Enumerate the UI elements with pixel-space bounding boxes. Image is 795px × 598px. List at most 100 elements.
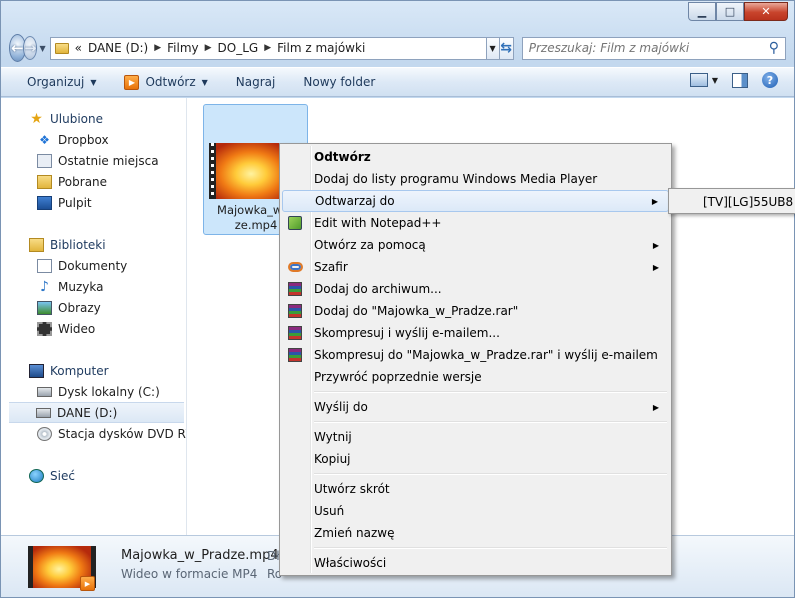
menu-item-label: Otwórz za pomocą <box>314 238 426 252</box>
chevron-right-icon[interactable]: ▶ <box>154 43 161 53</box>
help-icon[interactable]: ? <box>762 72 778 88</box>
sidebar-item-label: Stacja dysków DVD RW ( <box>58 426 186 441</box>
sidebar-item-dropbox[interactable]: ❖ Dropbox <box>1 129 186 150</box>
breadcrumb-item[interactable]: Filmy <box>167 41 199 55</box>
menu-item-label: Odtwórz <box>314 150 371 164</box>
menu-item-send-to[interactable]: Wyślij do ▶ <box>282 396 669 418</box>
menu-item-label: [TV][LG]55UB820V <box>703 195 793 209</box>
sidebar-item-libraries[interactable]: Biblioteki <box>1 234 186 255</box>
music-icon: ♪ <box>40 278 49 295</box>
sidebar-item-downloads[interactable]: Pobrane <box>1 171 186 192</box>
details-file-type: Wideo w formacie MP4 <box>121 567 258 581</box>
menu-item-properties[interactable]: Właściwości <box>282 552 669 574</box>
details-property-label: Dł <box>267 549 280 563</box>
play-button[interactable]: ▶ Odtwórz ▼ <box>112 72 219 93</box>
navigation-bar: ← → ▼ « DANE (D:) ▶ Filmy ▶ DO_LG ▶ Film… <box>9 33 786 63</box>
sidebar-item-documents[interactable]: Dokumenty <box>1 255 186 276</box>
sidebar-item-label: Pulpit <box>58 195 92 210</box>
toolbar-right-group: ▼ ? <box>689 72 778 88</box>
menu-item-rename[interactable]: Zmień nazwę <box>282 522 669 544</box>
breadcrumb-item[interactable]: DANE (D:) <box>88 41 148 55</box>
recent-pages-dropdown[interactable]: ▼ <box>39 44 45 53</box>
breadcrumb-item[interactable]: Film z majówki <box>277 41 365 55</box>
sidebar-item-drive-c[interactable]: Dysk lokalny (C:) <box>1 381 186 402</box>
menu-item-label: Edit with Notepad++ <box>314 216 442 230</box>
search-box[interactable]: ⚲ <box>521 36 786 60</box>
notepadpp-icon <box>287 215 303 231</box>
media-player-icon: ▶ <box>80 576 95 591</box>
chevron-right-icon: ▶ <box>652 402 659 412</box>
chevron-down-icon: ▼ <box>90 77 97 87</box>
new-folder-label: Nowy folder <box>303 75 376 89</box>
address-bar[interactable]: « DANE (D:) ▶ Filmy ▶ DO_LG ▶ Film z maj… <box>49 36 487 60</box>
sidebar-item-favorites[interactable]: ★ Ulubione <box>1 108 186 129</box>
chevron-down-icon[interactable]: ▼ <box>712 76 718 85</box>
change-view-icon[interactable] <box>689 73 708 87</box>
menu-item-copy[interactable]: Kopiuj <box>282 448 669 470</box>
recent-places-icon <box>37 153 52 168</box>
sidebar-item-label: Dysk lokalny (C:) <box>58 384 160 399</box>
menu-item-compress-rar-email[interactable]: Skompresuj do "Majowka_w_Pradze.rar" i w… <box>282 344 669 366</box>
sidebar-item-desktop[interactable]: Pulpit <box>1 192 186 213</box>
menu-item-add-to-archive[interactable]: Dodaj do archiwum... <box>282 278 669 300</box>
hard-drive-icon <box>37 386 52 397</box>
menu-item-label: Odtwarzaj do <box>315 194 395 208</box>
sidebar-item-computer[interactable]: Komputer <box>1 360 186 381</box>
breadcrumb-item[interactable]: DO_LG <box>218 41 259 55</box>
menu-item-open-with[interactable]: Otwórz za pomocą ▶ <box>282 234 669 256</box>
chevron-right-icon: ▶ <box>652 262 659 272</box>
menu-item-add-to-rar[interactable]: Dodaj do "Majowka_w_Pradze.rar" <box>282 300 669 322</box>
menu-item-szafir[interactable]: Szafir ▶ <box>282 256 669 278</box>
chevron-right-icon[interactable]: ▶ <box>205 43 212 53</box>
preview-pane-icon[interactable] <box>732 72 748 88</box>
refresh-icon: ⇆ <box>500 40 513 56</box>
video-thumbnail: ▶ <box>28 546 96 591</box>
sidebar-item-recent-places[interactable]: Ostatnie miejsca <box>1 150 186 171</box>
menu-item-create-shortcut[interactable]: Utwórz skrót <box>282 478 669 500</box>
maximize-icon[interactable]: □ <box>716 2 744 21</box>
menu-item-edit-notepadpp[interactable]: Edit with Notepad++ <box>282 212 669 234</box>
sidebar-item-dvd-drive[interactable]: Stacja dysków DVD RW ( <box>1 423 186 444</box>
address-history-dropdown[interactable]: ▼ <box>486 36 500 60</box>
desktop-icon <box>37 195 52 210</box>
sidebar-item-label: Pobrane <box>58 174 108 189</box>
sidebar-item-label: Obrazy <box>58 300 101 315</box>
chevron-right-icon[interactable]: ▶ <box>264 43 271 53</box>
context-menu: Odtwórz Dodaj do listy programu Windows … <box>279 143 672 576</box>
menu-item-play[interactable]: Odtwórz <box>282 146 669 168</box>
menu-item-device-lg-tv[interactable]: [TV][LG]55UB820V <box>671 191 793 213</box>
menu-item-compress-email[interactable]: Skompresuj i wyślij e-mailem... <box>282 322 669 344</box>
organize-button[interactable]: Organizuj ▼ <box>15 72 108 92</box>
menu-item-add-to-wmp[interactable]: Dodaj do listy programu Windows Media Pl… <box>282 168 669 190</box>
chevron-down-icon[interactable]: ▼ <box>202 78 208 87</box>
forward-button[interactable]: → <box>22 36 38 60</box>
sidebar-item-music[interactable]: ♪ Muzyka <box>1 276 186 297</box>
dvd-drive-icon <box>37 426 52 441</box>
menu-item-cut[interactable]: Wytnij <box>282 426 669 448</box>
details-file-name: Majowka_w_Pradze.mp4 <box>121 548 279 563</box>
search-icon[interactable]: ⚲ <box>769 40 779 56</box>
organize-label: Organizuj <box>27 75 85 89</box>
sidebar-item-videos[interactable]: Wideo <box>1 318 186 339</box>
breadcrumb-prefix[interactable]: « <box>75 41 82 55</box>
menu-item-restore-versions[interactable]: Przywróć poprzednie wersje <box>282 366 669 388</box>
sidebar-item-pictures[interactable]: Obrazy <box>1 297 186 318</box>
sidebar-item-label: Sieć <box>50 468 75 483</box>
sidebar-item-label: Komputer <box>50 363 109 378</box>
menu-separator <box>312 418 669 426</box>
burn-button[interactable]: Nagraj <box>224 72 288 92</box>
search-input[interactable] <box>528 41 769 55</box>
menu-item-label: Właściwości <box>314 556 387 570</box>
menu-item-play-to[interactable]: Odtwarzaj do ▶ <box>282 190 669 212</box>
menu-item-delete[interactable]: Usuń <box>282 500 669 522</box>
close-icon[interactable]: ✕ <box>744 2 788 21</box>
menu-item-label: Dodaj do archiwum... <box>314 282 442 296</box>
caption-buttons: ▁ □ ✕ <box>688 2 788 21</box>
new-folder-button[interactable]: Nowy folder <box>291 72 387 92</box>
play-icon: ▶ <box>124 74 140 90</box>
sidebar-item-drive-d[interactable]: DANE (D:) <box>9 402 184 423</box>
minimize-icon[interactable]: ▁ <box>688 2 716 21</box>
arrow-left-icon: ← <box>11 39 24 57</box>
sidebar-item-network[interactable]: Sieć <box>1 465 186 486</box>
refresh-button[interactable]: ⇆ <box>499 36 514 60</box>
